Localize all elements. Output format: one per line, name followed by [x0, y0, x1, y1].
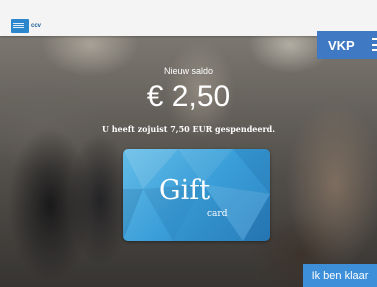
- spent-message: U heeft zojuist 7,50 EUR gespendeerd.: [101, 124, 276, 134]
- logo-text: ccv: [31, 22, 42, 29]
- balance-amount: € 2,50: [146, 80, 231, 113]
- new-balance-label: Nieuw saldo: [163, 66, 214, 76]
- brand-logo: ccv: [11, 17, 51, 34]
- done-button-label: Ik ben klaar: [311, 269, 369, 282]
- gift-card-title: Gift: [159, 175, 211, 206]
- done-button[interactable]: Ik ben klaar: [303, 264, 377, 287]
- gift-card-subtitle: card: [207, 209, 228, 219]
- user-badge-label: VKP: [328, 37, 355, 53]
- gift-card-image: Gift card: [123, 149, 270, 241]
- logo-mark-icon: [11, 18, 29, 33]
- user-badge-button[interactable]: VKP: [317, 31, 377, 59]
- menu-icon[interactable]: [372, 38, 377, 51]
